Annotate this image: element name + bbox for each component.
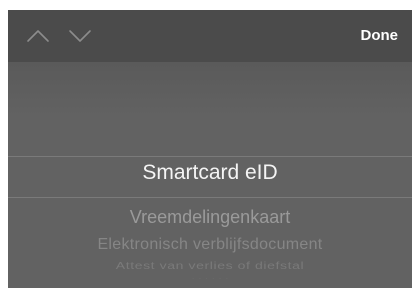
picker-option[interactable]: Attest van verlies of diefstal: [8, 260, 412, 271]
done-button[interactable]: Done: [361, 24, 399, 48]
selection-indicator-bottom: [8, 197, 412, 198]
chevron-down-icon[interactable]: [66, 24, 94, 48]
picker-option[interactable]: Elektronisch verblijfsdocument: [8, 236, 412, 254]
picker-option-selected[interactable]: Smartcard eID: [8, 161, 412, 185]
picker-wheel[interactable]: Smartcard eID Vreemdelingenkaart Elektro…: [8, 62, 412, 288]
picker-option-partial: · · · · · ·: [191, 276, 229, 282]
selection-indicator-top: [8, 156, 412, 157]
picker-panel: Done Smartcard eID Vreemdelingenkaart El…: [8, 10, 412, 288]
input-accessory-toolbar: Done: [8, 10, 412, 62]
chevron-up-icon[interactable]: [24, 24, 52, 48]
picker-option[interactable]: Vreemdelingenkaart: [8, 207, 412, 228]
